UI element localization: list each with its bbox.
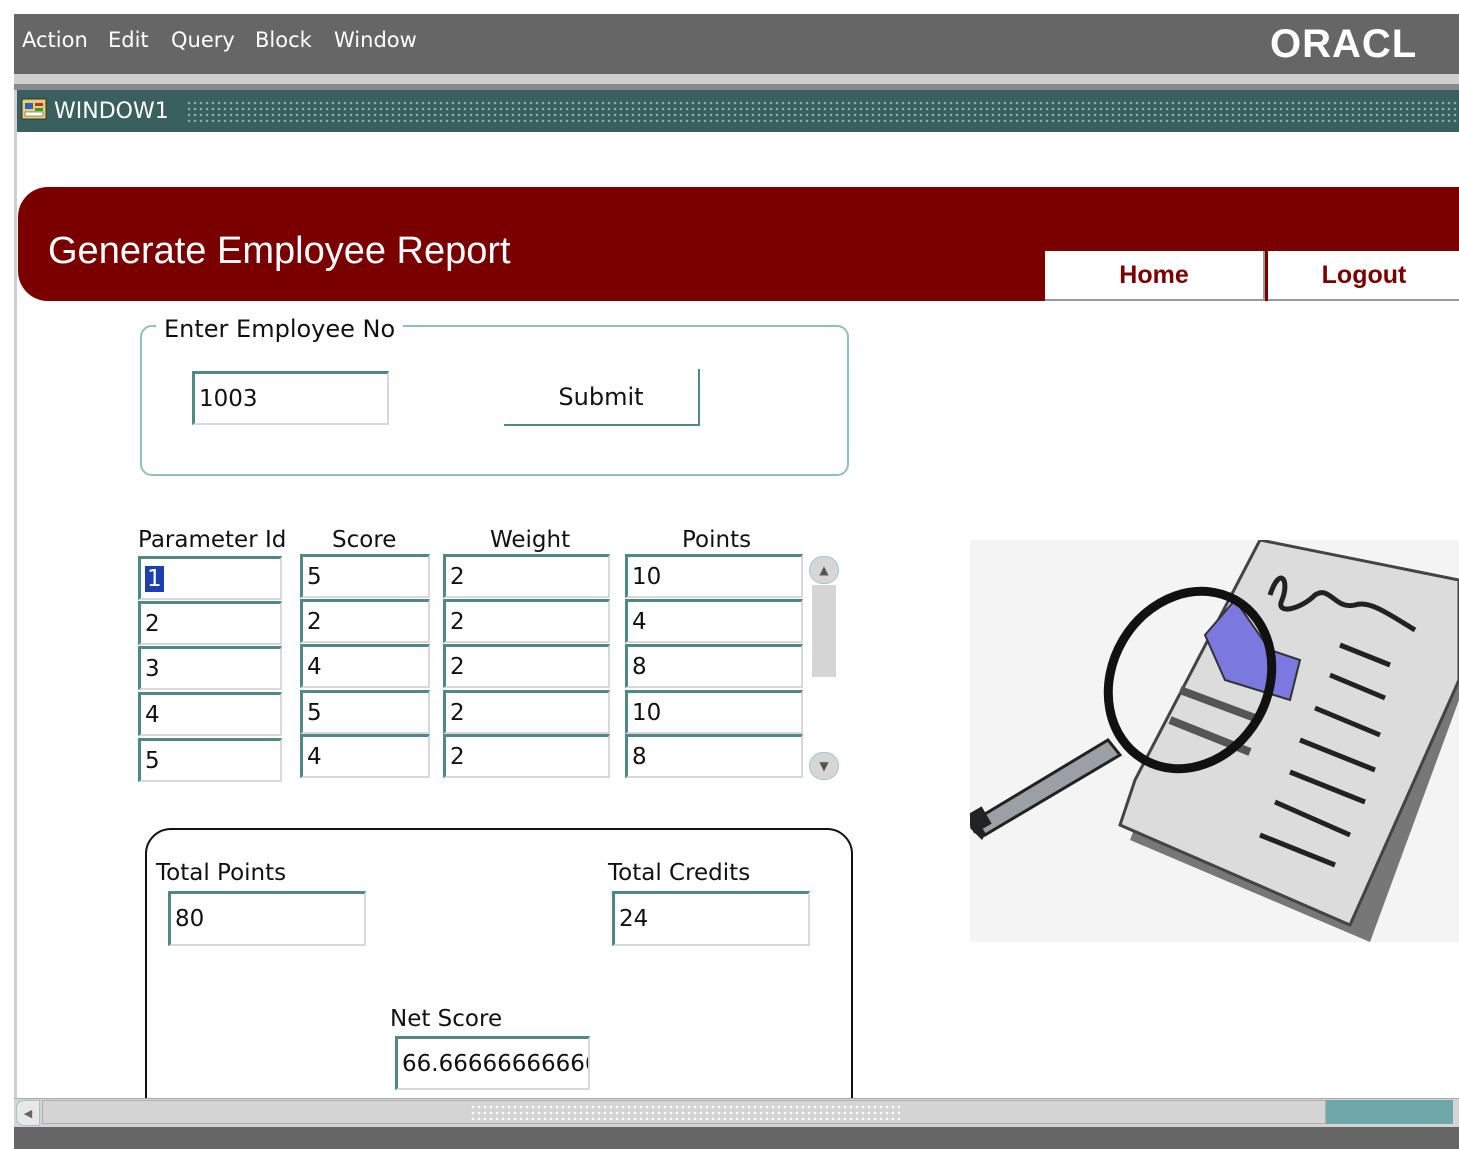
vertical-scrollbar[interactable] [812,585,836,677]
page-title: Generate Employee Report [48,230,511,272]
magnifier-document-icon [970,540,1459,942]
total-credits-label: Total Credits [608,860,751,886]
parameter-id-field[interactable]: 4 [138,692,282,736]
parameter-id-field[interactable]: 2 [138,601,282,645]
net-score-label: Net Score [390,1006,503,1032]
score-field[interactable]: 2 [300,599,430,643]
scroll-grip [470,1104,900,1120]
total-credits-field[interactable]: 24 [612,891,810,946]
weight-field[interactable]: 2 [443,554,610,598]
weight-field[interactable]: 2 [443,644,610,688]
parameter-id-field[interactable]: 3 [138,646,282,690]
points-field[interactable]: 10 [625,554,803,598]
score-field[interactable]: 4 [300,644,430,688]
menu-action[interactable]: Action [22,28,88,52]
parameter-id-field[interactable]: 5 [138,738,282,782]
net-score-field[interactable]: 66.66666666666 [395,1036,590,1090]
submit-button[interactable]: Submit [504,369,700,426]
points-field[interactable]: 8 [625,734,803,778]
window-border [14,90,17,1100]
column-header-points: Points [682,527,752,553]
total-points-field[interactable]: 80 [168,891,366,946]
column-header-weight: Weight [490,527,571,553]
points-field[interactable]: 4 [625,599,803,643]
form-window-icon [21,98,47,120]
window-titlebar[interactable] [16,90,1459,132]
window-title: WINDOW1 [54,99,169,124]
employee-frame-label: Enter Employee No [156,315,404,343]
weight-field[interactable]: 2 [443,690,610,734]
weight-field[interactable]: 2 [443,734,610,778]
total-points-label: Total Points [156,860,287,886]
score-field[interactable]: 4 [300,734,430,778]
selected-text: 1 [145,565,164,592]
score-field[interactable]: 5 [300,554,430,598]
column-header-score: Score [332,527,397,553]
points-field[interactable]: 10 [625,690,803,734]
status-bar [14,1127,1459,1149]
score-field[interactable]: 5 [300,690,430,734]
home-button[interactable]: Home [1045,251,1265,301]
menu-block[interactable]: Block [255,28,312,52]
menu-edit[interactable]: Edit [108,28,149,52]
menu-window[interactable]: Window [334,28,417,52]
scroll-down-arrow-icon[interactable]: ▼ [809,752,839,780]
menu-query[interactable]: Query [171,28,235,52]
menu-separator [14,74,1459,84]
logout-button[interactable]: Logout [1268,251,1459,301]
column-header-parameter-id: Parameter Id [138,527,287,553]
employee-no-input[interactable]: 1003 [192,371,389,425]
points-field[interactable]: 8 [625,644,803,688]
scroll-up-arrow-icon[interactable]: ▲ [809,556,839,584]
parameter-id-field[interactable]: 1 [138,556,282,600]
scroll-left-arrow-icon[interactable]: ◀ [16,1100,40,1126]
weight-field[interactable]: 2 [443,599,610,643]
oracle-logo: ORACL [1270,22,1418,66]
scroll-track[interactable] [1326,1100,1453,1124]
